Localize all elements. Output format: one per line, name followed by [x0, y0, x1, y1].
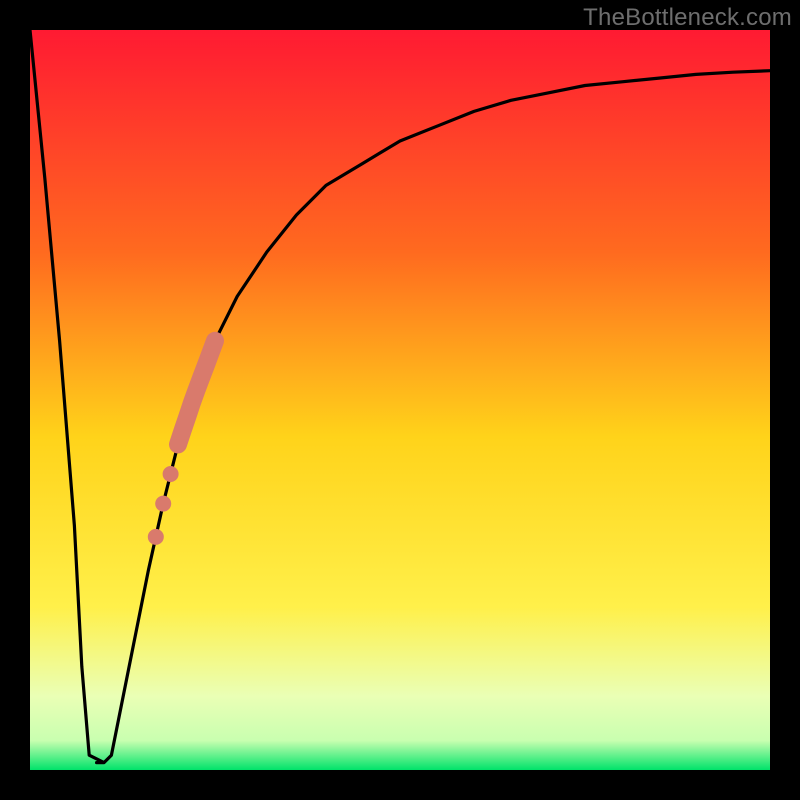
chart-container: TheBottleneck.com	[0, 0, 800, 800]
highlight-dot	[148, 529, 164, 545]
highlight-dot	[155, 496, 171, 512]
highlight-dot	[163, 466, 179, 482]
chart-svg	[0, 0, 800, 800]
